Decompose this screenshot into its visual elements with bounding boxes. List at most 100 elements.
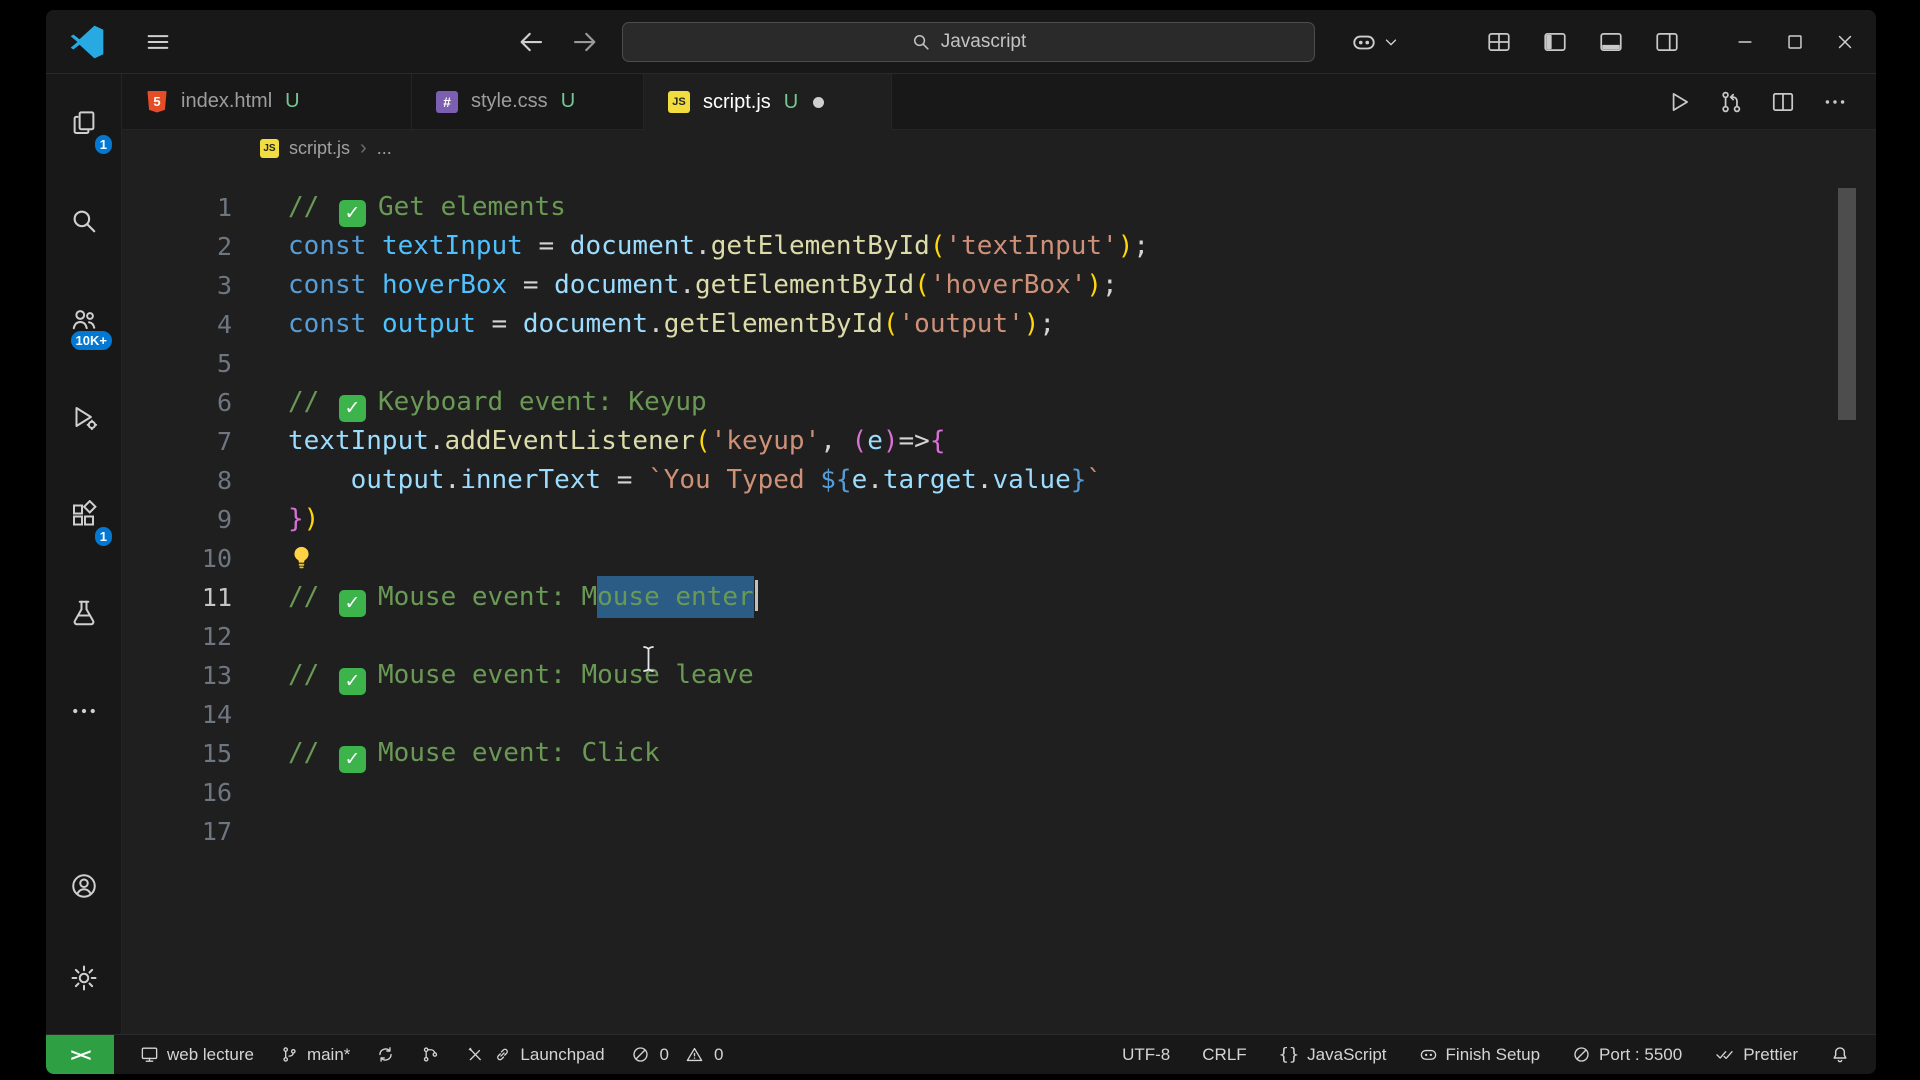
js-file-icon: JS: [668, 91, 690, 113]
breadcrumb[interactable]: JS script.js › ...: [122, 130, 1876, 166]
scrollbar[interactable]: [1838, 188, 1856, 420]
code-line[interactable]: 3 const hoverBox = document.getElementByI…: [122, 266, 1876, 305]
launchpad-item[interactable]: Launchpad: [466, 1045, 605, 1065]
code-line[interactable]: 2 const textInput = document.getElementBy…: [122, 227, 1876, 266]
split-editor-button[interactable]: [1770, 89, 1796, 115]
line-number: 6: [216, 388, 232, 417]
code-line[interactable]: 7 textInput.addEventListener('keyup', (e)…: [122, 422, 1876, 461]
braces-icon: {}: [1278, 1044, 1300, 1065]
code-token: (: [929, 231, 946, 261]
activity-accounts[interactable]: 10K+: [46, 270, 121, 368]
problems-item[interactable]: 0 0: [631, 1044, 723, 1065]
line-content: const output = document.getElementById('…: [288, 305, 1055, 344]
line-number: 11: [201, 583, 232, 612]
breadcrumb-more[interactable]: ...: [377, 138, 392, 159]
toggle-panel-icon[interactable]: [1598, 29, 1624, 55]
lightbulb-icon: [288, 544, 315, 571]
git-graph-icon: [421, 1045, 440, 1064]
code-line[interactable]: 10: [122, 539, 1876, 578]
tab-style-css[interactable]: # style.css U: [412, 74, 644, 129]
activity-testing[interactable]: [46, 564, 121, 662]
warning-icon: [685, 1045, 704, 1064]
activity-run-debug[interactable]: [46, 368, 121, 466]
gear-icon: [69, 963, 99, 993]
caret: [754, 580, 758, 611]
toggle-primary-sidebar-icon[interactable]: [1542, 29, 1568, 55]
formatter-label: Prettier: [1743, 1044, 1798, 1064]
activity-extensions[interactable]: 1: [46, 466, 121, 564]
code-token: Mouse event: Click: [377, 738, 660, 768]
code-token: .: [695, 231, 711, 261]
maximize-button[interactable]: [1770, 10, 1820, 73]
eol-item[interactable]: CRLF: [1202, 1045, 1246, 1065]
tab-script-js[interactable]: JS script.js U: [644, 74, 892, 130]
code-token: =>: [898, 426, 930, 456]
language-item[interactable]: {} JavaScript: [1279, 1045, 1387, 1065]
git-compare-button[interactable]: [1718, 89, 1744, 115]
copilot-button[interactable]: [1351, 10, 1400, 73]
branch-item[interactable]: main*: [280, 1045, 350, 1065]
copilot-status-item[interactable]: Finish Setup: [1419, 1045, 1540, 1065]
minimize-button[interactable]: [1720, 10, 1770, 73]
workspace-item[interactable]: web lecture: [140, 1045, 254, 1065]
code-line[interactable]: 13 // ✓ Mouse event: Mouse leave: [122, 656, 1876, 695]
code-line[interactable]: 5: [122, 344, 1876, 383]
breadcrumb-file[interactable]: script.js: [289, 138, 350, 159]
vscode-logo-icon: [70, 25, 104, 59]
code-token: Mouse event: M: [377, 582, 598, 612]
code-token: =: [475, 309, 523, 339]
remote-indicator[interactable]: ><: [46, 1035, 114, 1074]
code-line[interactable]: 17: [122, 812, 1876, 851]
code-line[interactable]: 8 output.innerText = `You Typed ${e.targ…: [122, 461, 1876, 500]
tab-index-html[interactable]: 5 index.html U: [122, 74, 412, 129]
js-file-icon: JS: [260, 138, 279, 158]
editor-more-button[interactable]: [1822, 89, 1848, 115]
code-line[interactable]: 11 // ✓ Mouse event: Mouse enter: [122, 576, 1876, 618]
encoding-item[interactable]: UTF-8: [1122, 1045, 1170, 1065]
code-token: textInput: [288, 426, 429, 456]
menu-icon[interactable]: [144, 28, 172, 56]
back-arrow-icon[interactable]: [516, 27, 546, 57]
error-count: 0: [659, 1044, 670, 1064]
code-line[interactable]: 14: [122, 695, 1876, 734]
search-box[interactable]: Javascript: [622, 21, 1315, 62]
code-line[interactable]: 1 // ✓ Get elements: [122, 188, 1876, 227]
activity-settings[interactable]: [46, 932, 121, 1024]
tab-label: script.js: [703, 90, 771, 113]
notifications-bell-icon[interactable]: [1830, 1045, 1850, 1065]
code-token: ${: [820, 465, 852, 495]
search-icon: [69, 206, 99, 236]
code-line[interactable]: 9}): [122, 500, 1876, 539]
git-graph-button[interactable]: [421, 1045, 440, 1064]
editor[interactable]: 1 // ✓ Get elements 2 const textInput = docu…: [122, 166, 1876, 1034]
activity-explorer[interactable]: 1: [46, 74, 121, 172]
forward-arrow-icon[interactable]: [570, 27, 600, 57]
code-token: (: [882, 309, 899, 339]
code-token: //: [288, 582, 335, 612]
customize-layout-icon[interactable]: [1486, 29, 1512, 55]
code-line[interactable]: 12: [122, 617, 1876, 656]
code-token: innerText: [460, 465, 602, 495]
line-number: 16: [201, 778, 232, 807]
code-token: (: [695, 426, 711, 456]
code-token: Get elements: [377, 192, 566, 222]
code-token: ): [303, 504, 320, 534]
activity-more[interactable]: [46, 662, 121, 760]
code-line[interactable]: 16: [122, 773, 1876, 812]
mouse-cursor: [640, 644, 658, 674]
formatter-item[interactable]: Prettier: [1714, 1045, 1798, 1065]
code-token: ): [1086, 270, 1103, 300]
code-line[interactable]: 4 const output = document.getElementById(…: [122, 305, 1876, 344]
code-line[interactable]: 15 // ✓ Mouse event: Click: [122, 734, 1876, 773]
activity-account[interactable]: [46, 840, 121, 932]
sync-button[interactable]: [376, 1045, 395, 1064]
run-file-button[interactable]: [1666, 89, 1692, 115]
port-item[interactable]: Port : 5500: [1572, 1045, 1682, 1065]
line-content: const textInput = document.getElementByI…: [288, 227, 1149, 266]
code-line[interactable]: 6 // ✓ Keyboard event: Keyup: [122, 383, 1876, 422]
toggle-secondary-sidebar-icon[interactable]: [1654, 29, 1680, 55]
close-button[interactable]: [1820, 10, 1870, 73]
status-bar: >< web lecture main* Launchpad 0 0 UTF-8…: [46, 1034, 1876, 1074]
activity-search[interactable]: [46, 172, 121, 270]
tools-icon: [466, 1045, 485, 1064]
